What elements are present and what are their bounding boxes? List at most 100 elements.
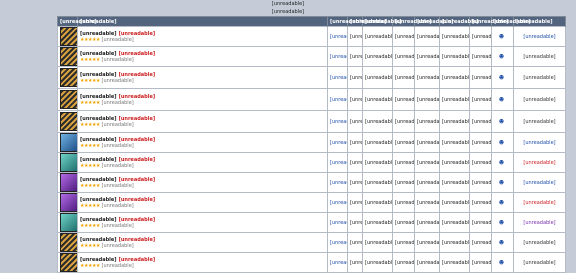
seeders-count[interactable]: [unreadable] <box>439 192 470 213</box>
comments-count[interactable]: [unreadable] <box>347 110 363 133</box>
leechers-count[interactable]: [unreadable] <box>469 212 492 233</box>
leechers-count[interactable]: [unreadable] <box>469 192 492 213</box>
download-link[interactable]: [unreadable] <box>327 110 348 133</box>
seeders-count[interactable]: [unreadable] <box>439 152 470 173</box>
comments-count[interactable]: [unreadable] <box>347 88 363 111</box>
seeders-count[interactable]: [unreadable] <box>439 232 470 253</box>
col-name[interactable]: [unreadable] <box>77 16 328 27</box>
col-dl[interactable]: [unreadable] <box>327 16 367 27</box>
download-link[interactable]: [unreadable] <box>327 192 348 213</box>
seeders-count[interactable]: [unreadable] <box>439 212 470 233</box>
download-link[interactable]: [unreadable] <box>327 232 348 253</box>
category-cell[interactable] <box>57 192 78 213</box>
uploader-link[interactable]: [unreadable] <box>513 88 566 111</box>
category-thumbnail-icon[interactable] <box>60 253 77 272</box>
category-cell[interactable] <box>57 232 78 253</box>
seeders-count[interactable]: [unreadable] <box>439 172 470 193</box>
pagination[interactable]: [unreadable] <box>0 0 576 9</box>
comments-count[interactable]: [unreadable] <box>347 66 363 89</box>
comments-count[interactable]: [unreadable] <box>347 46 363 67</box>
download-link[interactable]: [unreadable] <box>327 46 348 67</box>
rating-stars-icon: ★★★★★ <box>80 222 100 229</box>
download-link[interactable]: [unreadable] <box>327 252 348 273</box>
category-thumbnail-icon[interactable] <box>60 193 77 212</box>
col-size[interactable]: [unreadable] <box>392 16 432 27</box>
category-cell[interactable] <box>57 252 78 273</box>
leechers-count[interactable]: [unreadable] <box>469 46 492 67</box>
table-row: [unreadable] [unreadable] ★★★★★ [unreadab… <box>57 110 566 133</box>
uploader-link[interactable]: [unreadable] <box>513 212 566 233</box>
comments-count[interactable]: [unreadable] <box>347 212 363 233</box>
comments-count[interactable]: [unreadable] <box>347 172 363 193</box>
download-link[interactable]: [unreadable] <box>327 152 348 173</box>
col-comments[interactable]: [unreadable] <box>347 16 387 27</box>
col-type[interactable]: [unreadable] <box>57 16 97 27</box>
seeders-count[interactable]: [unreadable] <box>439 66 470 89</box>
uploader-link[interactable]: [unreadable] <box>513 46 566 67</box>
download-link[interactable]: [unreadable] <box>327 26 348 47</box>
comments-count[interactable]: [unreadable] <box>347 232 363 253</box>
download-link[interactable]: [unreadable] <box>327 132 348 153</box>
leechers-count[interactable]: [unreadable] <box>469 232 492 253</box>
seeders-count[interactable]: [unreadable] <box>439 252 470 273</box>
col-snatched[interactable]: [unreadable] <box>414 16 454 27</box>
category-thumbnail-icon[interactable] <box>60 153 77 172</box>
category-cell[interactable] <box>57 66 78 89</box>
category-cell[interactable] <box>57 152 78 173</box>
download-link[interactable]: [unreadable] <box>327 88 348 111</box>
category-cell[interactable] <box>57 26 78 47</box>
category-cell[interactable] <box>57 110 78 133</box>
category-thumbnail-icon[interactable] <box>60 27 77 46</box>
col-uploader[interactable]: [unreadable] <box>513 16 566 27</box>
leechers-count[interactable]: [unreadable] <box>469 66 492 89</box>
uploader-link[interactable]: [unreadable] <box>513 152 566 173</box>
leechers-count[interactable]: [unreadable] <box>469 88 492 111</box>
leechers-count[interactable]: [unreadable] <box>469 172 492 193</box>
uploader-link[interactable]: [unreadable] <box>513 232 566 253</box>
uploader-link[interactable]: [unreadable] <box>513 172 566 193</box>
torrent-meta: [unreadable] <box>101 56 134 63</box>
seeders-count[interactable]: [unreadable] <box>439 132 470 153</box>
uploader-link[interactable]: [unreadable] <box>513 252 566 273</box>
user-icon: ☻ <box>498 74 505 81</box>
uploader-link[interactable]: [unreadable] <box>513 192 566 213</box>
category-thumbnail-icon[interactable] <box>60 233 77 252</box>
leechers-count[interactable]: [unreadable] <box>469 26 492 47</box>
category-thumbnail-icon[interactable] <box>60 90 77 109</box>
col-leechers[interactable]: [unreadable] <box>469 16 509 27</box>
download-link[interactable]: [unreadable] <box>327 66 348 89</box>
leechers-count[interactable]: [unreadable] <box>469 110 492 133</box>
category-cell[interactable] <box>57 88 78 111</box>
seeders-count[interactable]: [unreadable] <box>439 110 470 133</box>
leechers-count[interactable]: [unreadable] <box>469 252 492 273</box>
category-thumbnail-icon[interactable] <box>60 213 77 232</box>
category-cell[interactable] <box>57 212 78 233</box>
category-thumbnail-icon[interactable] <box>60 68 77 87</box>
leechers-count[interactable]: [unreadable] <box>469 132 492 153</box>
seeders-count[interactable]: [unreadable] <box>439 26 470 47</box>
uploader-link[interactable]: [unreadable] <box>513 66 566 89</box>
category-thumbnail-icon[interactable] <box>60 133 77 152</box>
category-thumbnail-icon[interactable] <box>60 173 77 192</box>
comments-count[interactable]: [unreadable] <box>347 26 363 47</box>
category-cell[interactable] <box>57 46 78 67</box>
leechers-count[interactable]: [unreadable] <box>469 152 492 173</box>
seeders-count[interactable]: [unreadable] <box>439 88 470 111</box>
comments-count[interactable]: [unreadable] <box>347 132 363 153</box>
download-link[interactable]: [unreadable] <box>327 212 348 233</box>
seeders-count[interactable]: [unreadable] <box>439 46 470 67</box>
col-added[interactable]: [unreadable] <box>362 16 402 27</box>
col-seeders[interactable]: [unreadable] <box>439 16 479 27</box>
category-thumbnail-icon[interactable] <box>60 112 77 131</box>
download-link[interactable]: [unreadable] <box>327 172 348 193</box>
col-extra[interactable]: [unreadable] <box>491 16 531 27</box>
comments-count[interactable]: [unreadable] <box>347 192 363 213</box>
category-thumbnail-icon[interactable] <box>60 47 77 66</box>
uploader-link[interactable]: [unreadable] <box>513 110 566 133</box>
category-cell[interactable] <box>57 132 78 153</box>
comments-count[interactable]: [unreadable] <box>347 152 363 173</box>
uploader-link[interactable]: [unreadable] <box>513 132 566 153</box>
comments-count[interactable]: [unreadable] <box>347 252 363 273</box>
uploader-link[interactable]: [unreadable] <box>513 26 566 47</box>
category-cell[interactable] <box>57 172 78 193</box>
